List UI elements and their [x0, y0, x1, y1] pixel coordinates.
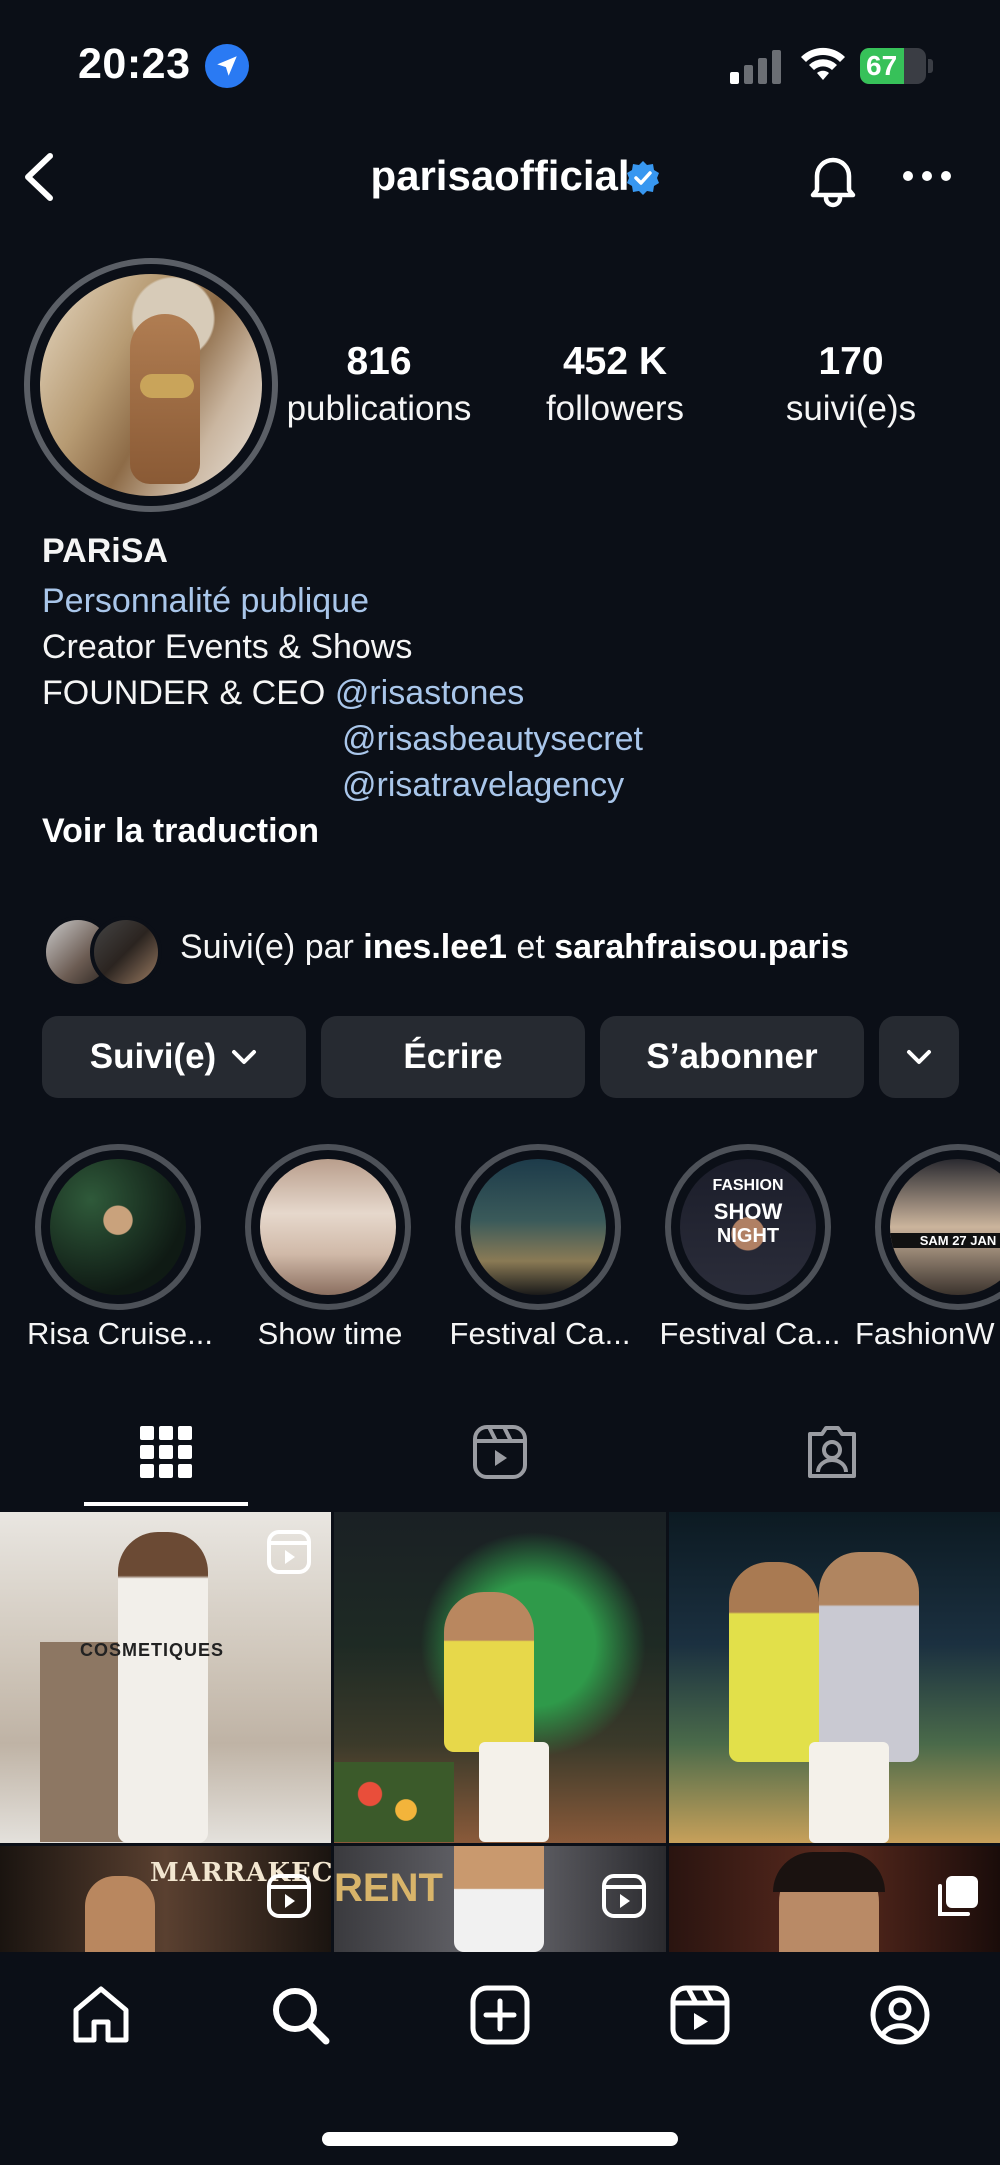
followed-by-connector: et — [516, 928, 545, 966]
message-button[interactable]: Écrire — [321, 1016, 585, 1098]
reels-tab-icon[interactable] — [472, 1424, 528, 1480]
tile-caption-text: RENT — [334, 1866, 443, 1910]
bio-line-founder: FOUNDER & CEO @risastones — [42, 670, 524, 716]
story-highlight[interactable]: Risa Cruise... — [27, 1144, 213, 1351]
suggested-accounts-button[interactable] — [879, 1016, 959, 1098]
post-tile[interactable]: MARRAKECH — [0, 1846, 331, 1952]
highlight-cover-text: FASHION — [712, 1177, 784, 1194]
search-icon[interactable] — [269, 1984, 331, 2046]
post-tile[interactable]: RENT — [334, 1846, 666, 1952]
following-button-label: Suivi(e) — [89, 1037, 217, 1076]
story-highlight[interactable]: FASHION SHOW NIGHT Festival Ca... — [660, 1144, 840, 1351]
see-translation-link[interactable]: Voir la traduction — [42, 808, 319, 854]
highlight-cover — [470, 1159, 606, 1295]
stat-following-label: suivi(e)s — [785, 389, 917, 428]
profile-avatar[interactable] — [24, 258, 278, 512]
following-button[interactable]: Suivi(e) — [42, 1016, 306, 1098]
followed-by-text[interactable]: Suivi(e) par ines.lee1 et sarahfraisou.p… — [180, 924, 849, 970]
more-options-icon[interactable] — [900, 164, 954, 188]
mention-link[interactable]: @risasbeautysecret — [342, 716, 643, 762]
highlight-cover — [50, 1159, 186, 1295]
status-time: 20:23 — [78, 40, 191, 88]
bio-line: Creator Events & Shows — [42, 628, 413, 666]
highlight-cover-text: SHOW — [713, 1199, 783, 1224]
post-tile[interactable] — [669, 1512, 1000, 1843]
followed-by-user: sarahfraisou.paris — [554, 928, 850, 966]
highlight-cover-text: SAM 27 JAN — [890, 1233, 1000, 1248]
subscribe-button[interactable]: S’abonner — [600, 1016, 864, 1098]
highlight-cover-text: NIGHT — [716, 1225, 780, 1247]
location-icon — [205, 44, 249, 88]
stat-following[interactable]: 170 suivi(e)s — [736, 338, 966, 432]
home-indicator[interactable] — [322, 2132, 678, 2146]
profile-display-name: PARiSA — [42, 532, 168, 570]
story-highlight[interactable]: Show time — [245, 1144, 415, 1351]
create-post-icon[interactable] — [469, 1984, 531, 2046]
highlight-label: FashionW — [855, 1316, 995, 1351]
tile-storefront-text: COSMETIQUES — [80, 1640, 225, 1660]
stat-following-value: 170 — [818, 340, 884, 383]
notifications-bell-icon[interactable] — [800, 148, 866, 208]
grid-posts-icon[interactable] — [138, 1424, 194, 1480]
active-tab-indicator — [84, 1502, 248, 1506]
followed-by-prefix: Suivi(e) par — [180, 928, 354, 966]
story-highlight[interactable]: SAM 27 JAN FashionW — [855, 1144, 1000, 1351]
stat-followers-value: 452 K — [562, 340, 668, 383]
stat-posts[interactable]: 816 publications — [264, 338, 494, 432]
highlight-cover: FASHION SHOW NIGHT — [680, 1159, 816, 1295]
wifi-icon — [801, 47, 845, 80]
chevron-down-icon — [232, 1050, 257, 1064]
post-tile[interactable] — [334, 1512, 666, 1843]
post-tile[interactable]: COSMETIQUES — [0, 1512, 331, 1843]
battery-level: 67 — [866, 50, 898, 81]
cellular-signal-icon — [730, 50, 781, 84]
followed-by-user: ines.lee1 — [363, 928, 507, 966]
story-highlight[interactable]: Festival Ca... — [450, 1144, 630, 1351]
stat-posts-label: publications — [286, 389, 472, 428]
highlight-cover: SAM 27 JAN — [890, 1159, 1000, 1295]
reels-nav-icon[interactable] — [669, 1984, 731, 2046]
avatar-photo — [40, 274, 262, 496]
reel-badge-icon — [267, 1530, 311, 1574]
follower-avatar — [90, 916, 162, 988]
reel-badge-icon — [602, 1874, 646, 1918]
profile-nav-icon[interactable] — [869, 1984, 931, 2046]
stat-followers-label: followers — [545, 389, 685, 428]
mention-link[interactable]: @risatravelagency — [342, 762, 624, 808]
mention-link[interactable]: @risastones — [335, 674, 524, 712]
home-icon[interactable] — [70, 1984, 132, 2046]
profile-category: Personnalité publique — [42, 582, 370, 620]
tagged-tab-icon[interactable] — [804, 1424, 860, 1480]
highlight-label: Festival Ca... — [659, 1316, 841, 1351]
carousel-badge-icon — [938, 1876, 978, 1916]
stat-followers[interactable]: 452 K followers — [500, 338, 730, 432]
highlight-cover — [260, 1159, 396, 1295]
post-tile[interactable] — [669, 1846, 1000, 1952]
chevron-down-icon — [907, 1050, 931, 1064]
verified-badge-icon — [627, 161, 659, 195]
stat-posts-value: 816 — [346, 340, 412, 383]
battery-icon: 67 — [860, 48, 933, 84]
bio-founder-text: FOUNDER & CEO — [42, 674, 326, 712]
reel-badge-icon — [267, 1874, 311, 1918]
